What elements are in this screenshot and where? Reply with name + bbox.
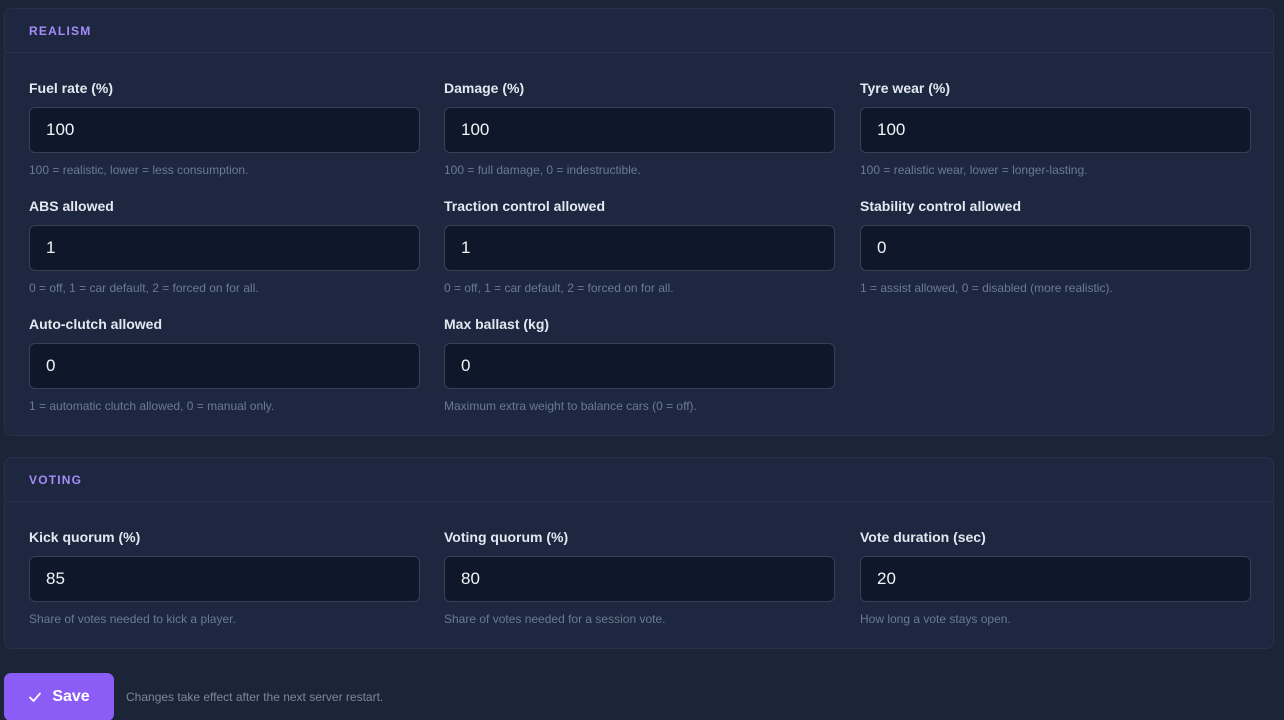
kick-quorum-field: Kick quorum (%) Share of votes needed to…	[29, 528, 420, 627]
auto-clutch-hint: 1 = automatic clutch allowed, 0 = manual…	[29, 399, 275, 413]
stability-control-input[interactable]	[860, 225, 1251, 271]
save-button-label: Save	[52, 688, 90, 705]
fuel-rate-input[interactable]	[29, 107, 420, 153]
auto-clutch-field: Auto-clutch allowed 1 = automatic clutch…	[29, 315, 420, 414]
vote-duration-field: Vote duration (sec) How long a vote stay…	[860, 528, 1251, 627]
traction-control-field: Traction control allowed 0 = off, 1 = ca…	[444, 197, 835, 296]
realism-section-header: REALISM	[5, 9, 1273, 53]
stability-control-field: Stability control allowed 1 = assist all…	[860, 197, 1251, 296]
voting-quorum-label: Voting quorum (%)	[444, 529, 569, 545]
traction-control-hint: 0 = off, 1 = car default, 2 = forced on …	[444, 281, 674, 295]
kick-quorum-input[interactable]	[29, 556, 420, 602]
save-button[interactable]: Save	[4, 673, 114, 720]
server-settings-page: REALISM Fuel rate (%) 100 = realistic, l…	[0, 0, 1284, 720]
restart-note: Changes take effect after the next serve…	[126, 690, 384, 704]
fuel-rate-label: Fuel rate (%)	[29, 80, 114, 96]
vote-duration-label: Vote duration (sec)	[860, 529, 986, 545]
tyre-wear-input[interactable]	[860, 107, 1251, 153]
form-footer: Save Changes take effect after the next …	[4, 673, 384, 720]
auto-clutch-label: Auto-clutch allowed	[29, 316, 162, 332]
traction-control-input[interactable]	[444, 225, 835, 271]
vote-duration-hint: How long a vote stays open.	[860, 612, 1011, 626]
damage-hint: 100 = full damage, 0 = indestructible.	[444, 163, 641, 177]
vote-duration-input[interactable]	[860, 556, 1251, 602]
voting-section-header: VOTING	[5, 458, 1273, 502]
voting-quorum-input[interactable]	[444, 556, 835, 602]
auto-clutch-input[interactable]	[29, 343, 420, 389]
fuel-rate-field: Fuel rate (%) 100 = realistic, lower = l…	[29, 79, 420, 178]
abs-allowed-input[interactable]	[29, 225, 420, 271]
abs-allowed-label: ABS allowed	[29, 198, 114, 214]
kick-quorum-hint: Share of votes needed to kick a player.	[29, 612, 236, 626]
traction-control-label: Traction control allowed	[444, 198, 606, 214]
tyre-wear-hint: 100 = realistic wear, lower = longer-las…	[860, 163, 1088, 177]
damage-field: Damage (%) 100 = full damage, 0 = indest…	[444, 79, 835, 178]
abs-allowed-field: ABS allowed 0 = off, 1 = car default, 2 …	[29, 197, 420, 296]
max-ballast-hint: Maximum extra weight to balance cars (0 …	[444, 399, 697, 413]
voting-section-title: VOTING	[29, 472, 83, 487]
voting-quorum-field: Voting quorum (%) Share of votes needed …	[444, 528, 835, 627]
check-icon	[28, 690, 42, 704]
abs-allowed-hint: 0 = off, 1 = car default, 2 = forced on …	[29, 281, 259, 295]
tyre-wear-field: Tyre wear (%) 100 = realistic wear, lowe…	[860, 79, 1251, 178]
damage-input[interactable]	[444, 107, 835, 153]
stability-control-label: Stability control allowed	[860, 198, 1022, 214]
tyre-wear-label: Tyre wear (%)	[860, 80, 950, 96]
max-ballast-field: Max ballast (kg) Maximum extra weight to…	[444, 315, 835, 414]
realism-section: REALISM Fuel rate (%) 100 = realistic, l…	[4, 8, 1274, 436]
kick-quorum-label: Kick quorum (%)	[29, 529, 141, 545]
max-ballast-input[interactable]	[444, 343, 835, 389]
voting-quorum-hint: Share of votes needed for a session vote…	[444, 612, 666, 626]
stability-control-hint: 1 = assist allowed, 0 = disabled (more r…	[860, 281, 1113, 295]
damage-label: Damage (%)	[444, 80, 525, 96]
realism-section-title: REALISM	[29, 23, 92, 38]
fuel-rate-hint: 100 = realistic, lower = less consumptio…	[29, 163, 249, 177]
max-ballast-label: Max ballast (kg)	[444, 316, 550, 332]
voting-section: VOTING Kick quorum (%) Share of votes ne…	[4, 457, 1274, 649]
